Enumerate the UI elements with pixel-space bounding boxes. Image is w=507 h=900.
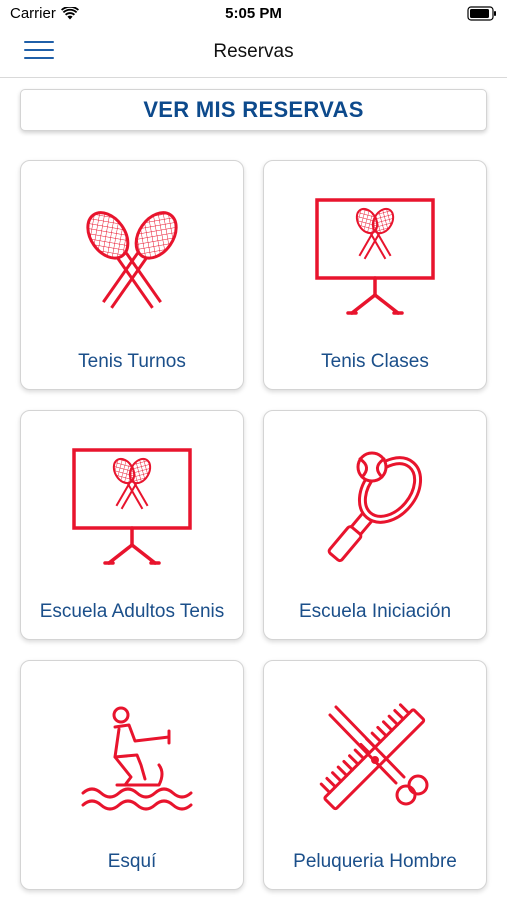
tennis-class-board-icon: [264, 185, 486, 335]
tennis-rackets-icon: [21, 185, 243, 335]
card-label: Tenis Turnos: [78, 351, 186, 372]
page-title: Reservas: [213, 41, 294, 62]
card-tenis-turnos[interactable]: Tenis Turnos: [20, 160, 244, 390]
tennis-racket-ball-icon: [264, 435, 486, 585]
card-escuela-iniciacion[interactable]: Escuela Iniciación: [263, 410, 487, 640]
ver-mis-reservas-button[interactable]: VER MIS RESERVAS: [20, 89, 487, 131]
card-label: Escuela Adultos Tenis: [39, 601, 225, 622]
card-label: Escuela Iniciación: [298, 601, 452, 622]
hamburger-menu-icon[interactable]: [24, 41, 54, 63]
card-peluqueria-hombre[interactable]: Peluqueria Hombre: [263, 660, 487, 890]
scissors-comb-icon: [264, 685, 486, 835]
card-esqui[interactable]: Esquí: [20, 660, 244, 890]
tennis-class-board-icon: [21, 435, 243, 585]
status-bar: Carrier 5:05 PM: [0, 0, 507, 28]
card-label: Tenis Clases: [321, 351, 429, 372]
card-label: Esquí: [107, 851, 157, 872]
card-escuela-adultos-tenis[interactable]: Escuela Adultos Tenis: [20, 410, 244, 640]
water-ski-icon: [21, 685, 243, 835]
battery-icon: [467, 6, 496, 21]
navigation-bar: Reservas: [0, 28, 507, 78]
card-label: Peluqueria Hombre: [293, 851, 457, 872]
status-time: 5:05 PM: [225, 5, 282, 22]
card-tenis-clases[interactable]: Tenis Clases: [263, 160, 487, 390]
